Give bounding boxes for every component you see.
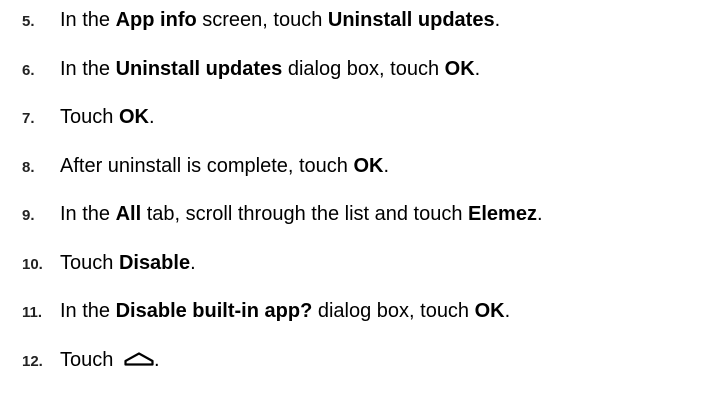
step-text-part: After uninstall is complete, touch <box>60 154 354 177</box>
instruction-step: 5. In the App info screen, touch Uninstal… <box>22 6 702 55</box>
step-text: After uninstall is complete, touch OK. <box>60 152 389 180</box>
step-text-part: dialog box, touch <box>312 300 475 322</box>
step-text-part: . <box>153 348 160 371</box>
step-number: 11. <box>22 304 43 321</box>
step-text-part: In the <box>60 203 116 225</box>
step-number: 9. <box>22 207 35 224</box>
step-text: In the All tab, scroll through the list … <box>60 200 543 228</box>
step-text-part: Touch <box>60 106 119 128</box>
step-text-part: dialog box, touch <box>282 57 445 80</box>
bold-term: All <box>115 203 142 225</box>
step-text-part: . <box>474 57 481 80</box>
bold-term: OK <box>353 154 384 177</box>
instruction-step: 8. After uninstall is complete, touch OK. <box>22 152 702 201</box>
step-number: 6. <box>22 61 35 79</box>
step-text-part: . <box>536 203 543 225</box>
bold-term: Uninstall updates <box>115 57 283 80</box>
instruction-step: 6. In the Uninstall updates dialog box, t… <box>22 55 702 104</box>
bold-term: Uninstall updates <box>327 9 495 31</box>
step-text: Touch . <box>60 346 160 374</box>
step-text-part: . <box>504 300 511 322</box>
instruction-step: 7. Touch OK. <box>22 103 702 152</box>
step-text: In the App info screen, touch Uninstall … <box>60 6 500 34</box>
instruction-step: 10. Touch Disable. <box>22 249 702 298</box>
bold-term: App info <box>115 9 197 31</box>
step-number: 8. <box>22 158 35 176</box>
instruction-step: 9. In the All tab, scroll through the lis… <box>22 200 702 249</box>
bold-term: OK <box>444 57 475 80</box>
step-text-part: In the <box>60 9 116 31</box>
step-text-part: Touch <box>60 251 119 274</box>
bold-term: OK <box>474 300 505 322</box>
step-text-part: tab, scroll through the list and touch <box>141 203 469 225</box>
step-text-part: . <box>494 9 501 31</box>
step-text: Touch Disable. <box>60 249 196 277</box>
instruction-step: 12. Touch . <box>22 346 702 395</box>
step-text-part: . <box>190 251 196 274</box>
step-text-part: In the <box>60 300 116 322</box>
step-text-part: . <box>383 154 390 177</box>
home-icon <box>124 351 154 366</box>
step-text-part: In the <box>60 57 116 80</box>
step-number: 7. <box>22 110 35 127</box>
bold-term: Disable built-in app? <box>115 300 313 322</box>
bold-term: Disable <box>118 251 191 274</box>
step-text-part: screen, touch <box>196 9 328 31</box>
step-text-part: . <box>148 106 155 128</box>
bold-term: Elemez <box>468 203 537 225</box>
instruction-steps: 5. In the App info screen, touch Uninstal… <box>22 6 702 394</box>
step-number: 5. <box>22 13 35 30</box>
step-text: Touch OK. <box>60 103 155 131</box>
step-text-part: Touch <box>60 348 119 371</box>
step-number: 12. <box>22 352 43 370</box>
instruction-step: 11. In the Disable built-in app? dialog b… <box>22 297 702 346</box>
step-number: 10. <box>22 255 43 273</box>
step-text: In the Disable built-in app? dialog box,… <box>60 297 510 325</box>
bold-term: OK <box>118 106 149 128</box>
step-text: In the Uninstall updates dialog box, tou… <box>60 55 480 83</box>
